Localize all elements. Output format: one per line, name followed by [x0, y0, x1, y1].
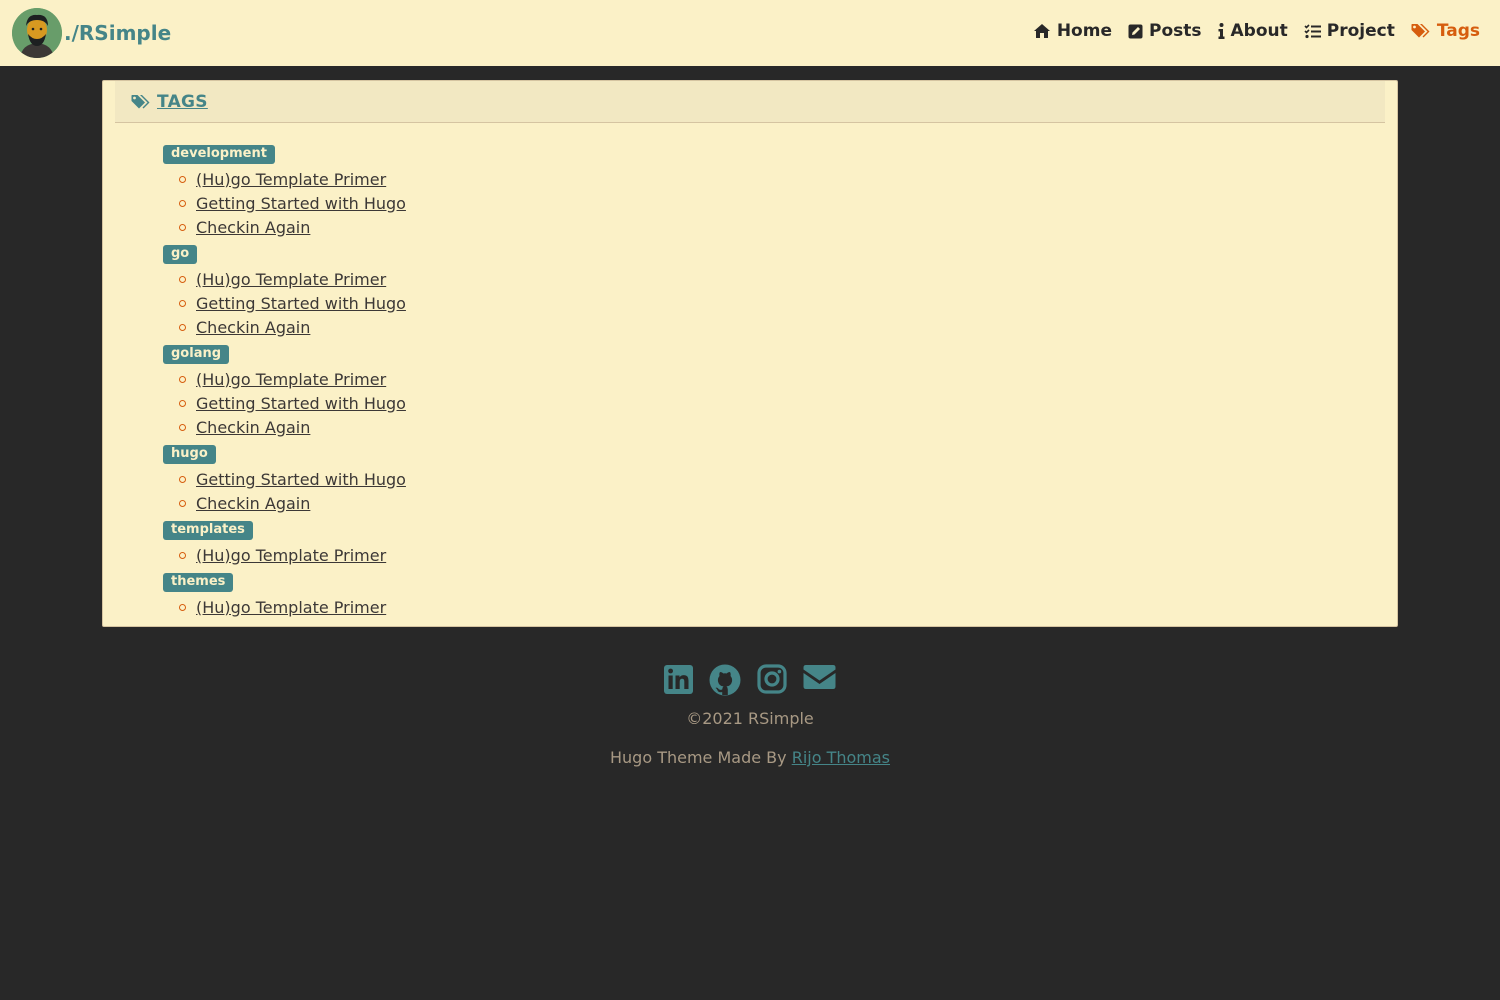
post-link[interactable]: (Hu)go Template Primer — [196, 546, 386, 565]
post-link[interactable]: Checkin Again — [196, 318, 310, 337]
post-link[interactable]: (Hu)go Template Primer — [196, 370, 386, 389]
post-link[interactable]: Getting Started with Hugo — [196, 394, 406, 413]
bullet-icon — [179, 551, 186, 559]
linkedin-link[interactable] — [664, 664, 693, 698]
tags-icon — [1411, 24, 1430, 38]
social-links — [0, 664, 1500, 698]
post-link[interactable]: (Hu)go Template Primer — [196, 270, 386, 289]
tasks-icon — [1304, 23, 1321, 38]
brand-name: ./RSimple — [64, 21, 172, 45]
github-link[interactable] — [709, 664, 741, 698]
bullet-icon — [179, 603, 186, 611]
bullet-icon — [179, 375, 186, 383]
tag-badge[interactable]: themes — [163, 573, 234, 592]
list-item: Getting Started with Hugo — [179, 467, 1397, 491]
bullet-icon — [179, 199, 186, 207]
card-header: TAGS — [115, 81, 1385, 123]
post-link[interactable]: Getting Started with Hugo — [196, 470, 406, 489]
tag-group: development (Hu)go Template Primer Getti… — [163, 142, 1397, 242]
github-icon — [709, 664, 741, 696]
main-nav: Home Posts About Project Tags — [1033, 21, 1480, 41]
tag-list: development (Hu)go Template Primer Getti… — [103, 123, 1397, 622]
nav-about-label: About — [1230, 21, 1288, 41]
list-item: (Hu)go Template Primer — [179, 367, 1397, 391]
instagram-icon — [757, 664, 787, 694]
author-link[interactable]: Rijo Thomas — [792, 748, 890, 767]
bullet-icon — [179, 323, 186, 331]
theme-credit: Hugo Theme Made By Rijo Thomas — [0, 748, 1500, 767]
home-icon — [1033, 24, 1050, 38]
tags-icon — [131, 94, 150, 108]
credit-prefix: Hugo Theme Made By — [609, 748, 787, 767]
nav-project-label: Project — [1326, 21, 1395, 41]
site-header: ./RSimple Home Posts About Project Tags — [0, 0, 1500, 66]
post-list: (Hu)go Template Primer Getting Started w… — [163, 267, 1397, 342]
nav-project[interactable]: Project — [1304, 21, 1395, 41]
post-link[interactable]: Checkin Again — [196, 418, 310, 437]
tag-badge[interactable]: go — [163, 245, 198, 264]
list-item: (Hu)go Template Primer — [179, 167, 1397, 191]
list-item: Checkin Again — [179, 415, 1397, 439]
tag-badge[interactable]: templates — [163, 521, 253, 540]
list-item: Getting Started with Hugo — [179, 191, 1397, 215]
envelope-icon — [803, 665, 836, 689]
instagram-link[interactable] — [757, 664, 787, 698]
post-link[interactable]: Checkin Again — [196, 218, 310, 237]
tag-badge[interactable]: hugo — [163, 445, 216, 464]
page-title[interactable]: TAGS — [157, 92, 208, 112]
list-item: (Hu)go Template Primer — [179, 543, 1397, 567]
tag-badge[interactable]: development — [163, 145, 275, 164]
edit-icon — [1128, 24, 1143, 38]
post-list: (Hu)go Template Primer — [163, 595, 1397, 622]
post-link[interactable]: (Hu)go Template Primer — [196, 170, 386, 189]
post-link[interactable]: Getting Started with Hugo — [196, 194, 406, 213]
bullet-icon — [179, 399, 186, 407]
post-link[interactable]: Getting Started with Hugo — [196, 294, 406, 313]
info-icon — [1218, 23, 1224, 39]
linkedin-icon — [664, 665, 693, 694]
nav-posts[interactable]: Posts — [1128, 21, 1202, 41]
bullet-icon — [179, 423, 186, 431]
bullet-icon — [179, 499, 186, 507]
nav-posts-label: Posts — [1148, 21, 1202, 41]
tag-group: golang (Hu)go Template Primer Getting St… — [163, 342, 1397, 442]
bullet-icon — [179, 299, 186, 307]
tag-group: themes (Hu)go Template Primer — [163, 570, 1397, 622]
bullet-icon — [179, 275, 186, 283]
tag-group: templates (Hu)go Template Primer — [163, 518, 1397, 570]
bullet-icon — [179, 175, 186, 183]
post-list: Getting Started with Hugo Checkin Again — [163, 467, 1397, 518]
list-item: (Hu)go Template Primer — [179, 267, 1397, 291]
tag-group: go (Hu)go Template Primer Getting Starte… — [163, 242, 1397, 342]
site-footer: ©2021 RSimple Hugo Theme Made By Rijo Th… — [0, 664, 1500, 767]
list-item: Getting Started with Hugo — [179, 291, 1397, 315]
nav-home[interactable]: Home — [1033, 21, 1112, 41]
list-item: (Hu)go Template Primer — [179, 595, 1397, 619]
bullet-icon — [179, 223, 186, 231]
avatar — [12, 8, 62, 58]
tag-group: hugo Getting Started with Hugo Checkin A… — [163, 442, 1397, 518]
list-item: Checkin Again — [179, 215, 1397, 239]
post-link[interactable]: Checkin Again — [196, 494, 310, 513]
list-item: Checkin Again — [179, 491, 1397, 515]
tag-badge[interactable]: golang — [163, 345, 230, 364]
nav-tags[interactable]: Tags — [1411, 21, 1480, 41]
post-list: (Hu)go Template Primer Getting Started w… — [163, 367, 1397, 442]
list-item: Getting Started with Hugo — [179, 391, 1397, 415]
email-link[interactable] — [803, 664, 836, 698]
post-link[interactable]: (Hu)go Template Primer — [196, 598, 386, 617]
nav-tags-label: Tags — [1436, 21, 1480, 41]
copyright: ©2021 RSimple — [686, 709, 814, 728]
bullet-icon — [179, 475, 186, 483]
post-list: (Hu)go Template Primer Getting Started w… — [163, 167, 1397, 242]
nav-about[interactable]: About — [1218, 21, 1288, 41]
brand-link[interactable]: ./RSimple — [12, 8, 171, 58]
post-list: (Hu)go Template Primer — [163, 543, 1397, 570]
tags-card: TAGS development (Hu)go Template Primer … — [102, 80, 1398, 627]
list-item: Checkin Again — [179, 315, 1397, 339]
nav-home-label: Home — [1056, 21, 1112, 41]
